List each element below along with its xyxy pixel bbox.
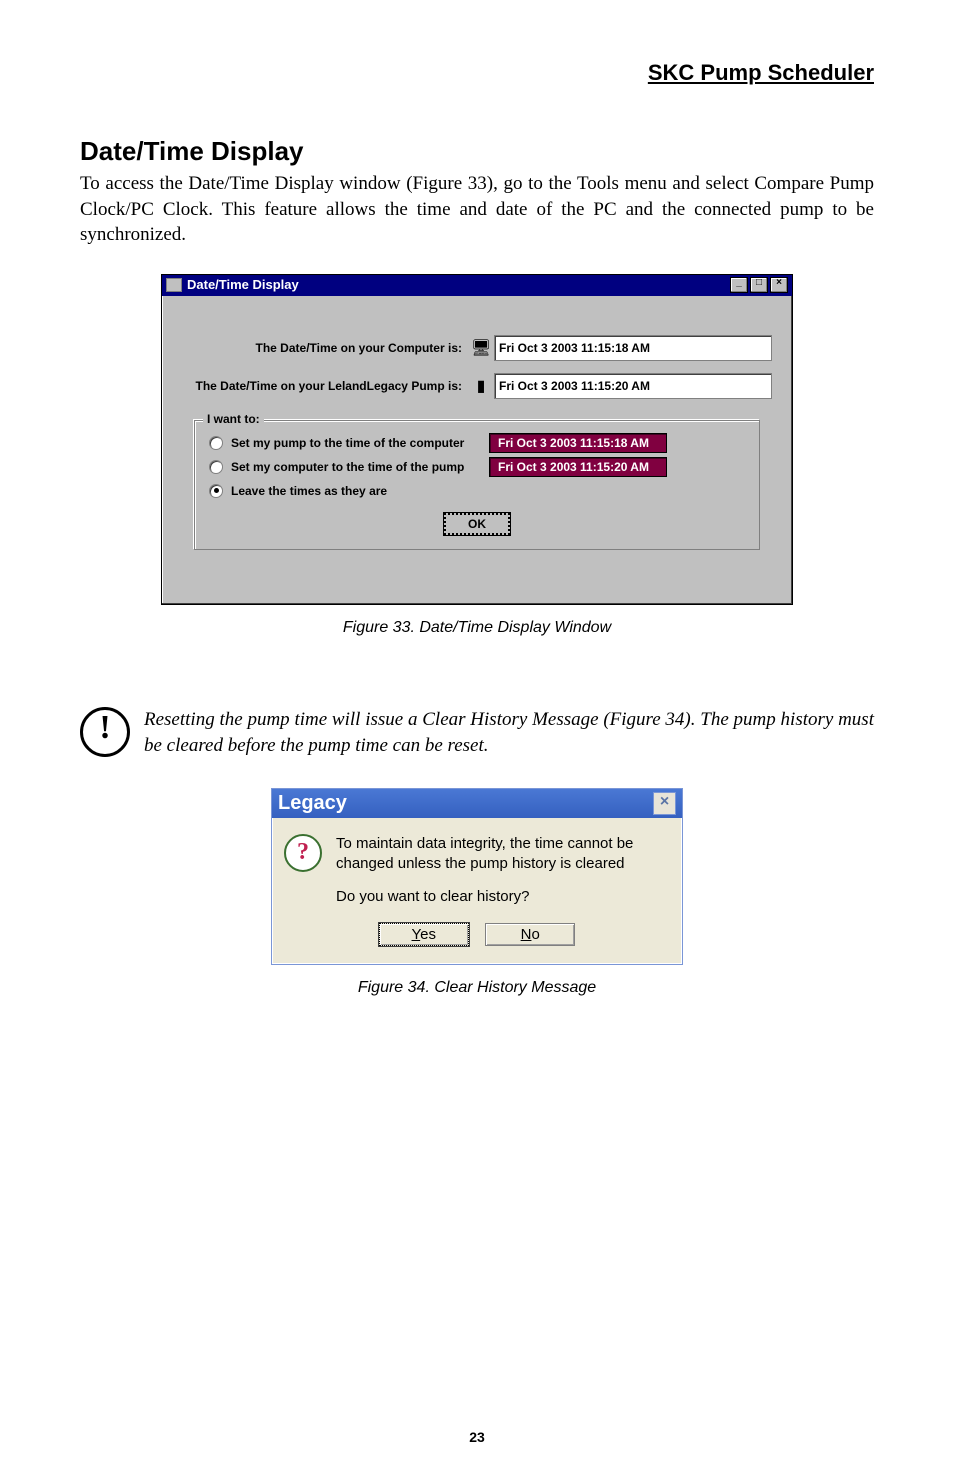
pc-time-value: Fri Oct 3 2003 11:15:18 AM (494, 335, 772, 361)
window-titlebar: Date/Time Display _ □ × (162, 275, 792, 296)
dialog-close-button[interactable]: × (653, 792, 676, 815)
i-want-to-group: I want to: Set my pump to the time of th… (194, 420, 760, 550)
maximize-button[interactable]: □ (750, 277, 768, 293)
window-icon (166, 278, 182, 292)
minimize-button[interactable]: _ (730, 277, 748, 293)
option-set-pump[interactable]: Set my pump to the time of the computer … (209, 431, 745, 455)
clear-history-dialog: Legacy × ? To maintain data integrity, t… (271, 788, 683, 965)
ok-button[interactable]: OK (444, 513, 510, 535)
option-set-pump-value: Fri Oct 3 2003 11:15:18 AM (489, 433, 667, 453)
date-time-window: Date/Time Display _ □ × The Date/Time on… (161, 274, 793, 605)
figure-33-wrap: Date/Time Display _ □ × The Date/Time on… (80, 274, 874, 637)
figure-33-caption: Figure 33. Date/Time Display Window (80, 619, 874, 637)
radio-icon (209, 436, 223, 450)
option-set-computer-value: Fri Oct 3 2003 11:15:20 AM (489, 457, 667, 477)
group-title: I want to: (203, 412, 264, 426)
pc-time-row: The Date/Time on your Computer is: 🖥 Fri… (182, 334, 772, 362)
section-title: Date/Time Display (80, 136, 874, 167)
dialog-question: Do you want to clear history? (336, 887, 666, 907)
no-button[interactable]: No (485, 923, 575, 946)
window-title: Date/Time Display (187, 277, 299, 292)
pump-time-row: The Date/Time on your LelandLegacy Pump … (182, 372, 772, 400)
page-header-right: SKC Pump Scheduler (80, 60, 874, 86)
figure-34-wrap: Legacy × ? To maintain data integrity, t… (80, 788, 874, 997)
window-control-buttons: _ □ × (730, 277, 788, 293)
pc-time-label: The Date/Time on your Computer is: (182, 341, 468, 355)
option-leave-times-label: Leave the times as they are (231, 484, 489, 498)
note-block: ! Resetting the pump time will issue a C… (80, 707, 874, 758)
option-set-computer[interactable]: Set my computer to the time of the pump … (209, 455, 745, 479)
radio-icon-selected (209, 484, 223, 498)
figure-34-caption: Figure 34. Clear History Message (80, 979, 874, 997)
page-number: 23 (0, 1429, 954, 1445)
radio-icon (209, 460, 223, 474)
section-body: To access the Date/Time Display window (… (80, 171, 874, 248)
option-set-pump-label: Set my pump to the time of the computer (231, 436, 489, 450)
option-set-computer-label: Set my computer to the time of the pump (231, 460, 489, 474)
pump-time-value: Fri Oct 3 2003 11:15:20 AM (494, 373, 772, 399)
option-leave-times[interactable]: Leave the times as they are (209, 479, 745, 503)
no-label-rest: o (531, 926, 539, 943)
pump-icon: ▮ (468, 376, 494, 396)
question-icon: ? (284, 834, 322, 872)
computer-icon: 🖥 (468, 338, 494, 358)
pump-time-label: The Date/Time on your LelandLegacy Pump … (182, 379, 468, 393)
yes-label-rest: es (420, 926, 436, 943)
note-text: Resetting the pump time will issue a Cle… (144, 707, 874, 758)
dialog-titlebar: Legacy × (272, 789, 682, 818)
close-button[interactable]: × (770, 277, 788, 293)
alert-icon: ! (80, 707, 130, 757)
yes-button[interactable]: Yes (379, 923, 469, 946)
dialog-title: Legacy (278, 792, 347, 815)
dialog-message: To maintain data integrity, the time can… (336, 834, 666, 873)
